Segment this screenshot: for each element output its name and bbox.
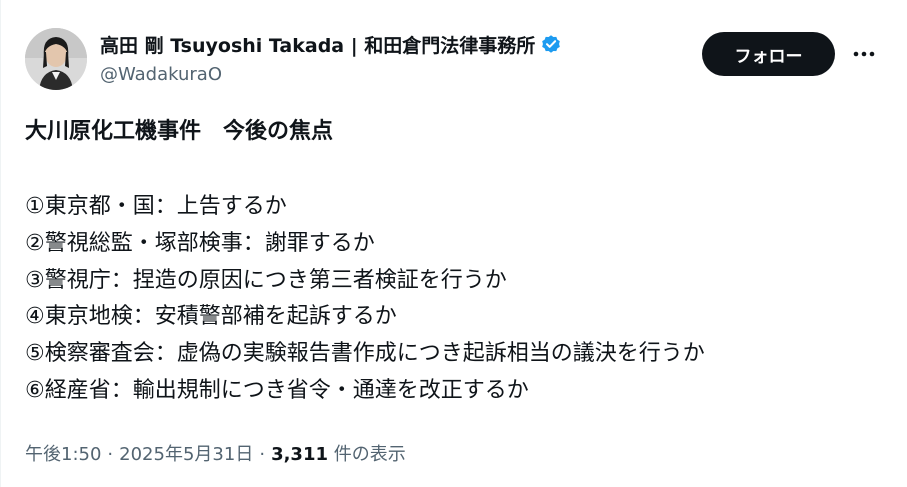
follow-button[interactable]: フォロー [702,32,835,76]
author-handle[interactable]: @WadakuraO [100,64,222,85]
views-label[interactable]: 件の表示 [334,444,406,465]
tweet-item: ①東京都・国：上告するか [25,194,287,219]
tweet-items: ①東京都・国：上告するか ②警視総監・塚部検事：謝罪するか ③警視庁：捏造の原因… [25,189,885,410]
author-display-name[interactable]: 高田 剛 Tsuyoshi Takada | 和田倉門法律事務所 [100,31,535,58]
tweet-time[interactable]: 午後1:50 [25,444,101,465]
tweet-meta: 午後1:50 · 2025年5月31日 · 3,311 件の表示 [25,440,406,466]
more-icon[interactable] [846,38,882,70]
meta-separator: · [259,444,266,465]
tweet-title: 大川原化工機事件 今後の焦点 [25,119,334,144]
tweet-item: ③警視庁：捏造の原因につき第三者検証を行うか [25,267,507,293]
tweet-item: ④東京地検：安積警部補を起訴するか [25,304,397,330]
tweet-item: ⑥経産省：輸出規制につき省令・通達を改正するか [25,377,529,403]
views-count[interactable]: 3,311 [271,444,328,465]
tweet-text: 大川原化工機事件 今後の焦点 ①東京都・国：上告するか ②警視総監・塚部検事：謝… [25,118,885,410]
tweet-item: ②警視総監・塚部検事：謝罪するか [25,230,375,256]
tweet-date[interactable]: 2025年5月31日 [119,444,253,465]
author-name-row[interactable]: 高田 剛 Tsuyoshi Takada | 和田倉門法律事務所 [100,30,562,58]
left-border [0,0,1,487]
meta-separator: · [107,444,114,465]
avatar[interactable] [25,28,87,90]
tweet-item: ⑤検察審査会：虚偽の実験報告書作成につき起訴相当の議決を行うか [25,341,705,367]
tweet-card: 高田 剛 Tsuyoshi Takada | 和田倉門法律事務所 @Wadaku… [0,0,907,487]
verified-badge-icon[interactable] [540,33,562,55]
